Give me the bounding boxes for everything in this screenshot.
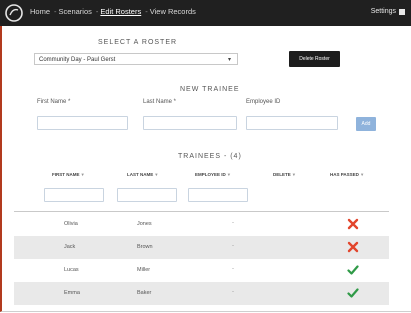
- cell-last-name: Brown: [137, 244, 153, 250]
- cell-first-name: Jack: [64, 244, 76, 250]
- nav-home[interactable]: Home: [30, 7, 50, 16]
- cell-last-name: Baker: [137, 290, 152, 296]
- table-row: Lucas Miller -: [14, 259, 389, 282]
- roster-select-value: Community Day - Paul Gerst: [39, 57, 116, 63]
- nav-view-records[interactable]: View Records: [150, 7, 196, 16]
- table-row: Olivia Jones -: [14, 213, 389, 236]
- settings-label: Settings: [370, 8, 396, 15]
- x-icon[interactable]: [347, 218, 359, 230]
- last-name-input[interactable]: [143, 116, 237, 130]
- cell-first-name: Olivia: [64, 221, 78, 227]
- filter-first-name-input[interactable]: [44, 188, 104, 202]
- column-header-employee-id[interactable]: EMPLOYEE ID ▾: [195, 172, 230, 178]
- last-name-label: Last Name *: [143, 99, 177, 105]
- cell-first-name: Lucas: [64, 267, 79, 273]
- new-trainee-heading: NEW TRAINEE: [180, 86, 240, 93]
- cell-last-name: Miller: [137, 267, 151, 273]
- app-logo-icon: [5, 4, 23, 22]
- table-row: Emma Baker -: [14, 282, 389, 305]
- chevron-down-icon: ▾: [227, 57, 231, 63]
- check-icon[interactable]: [347, 264, 359, 276]
- employee-id-label: Employee ID: [246, 99, 281, 105]
- settings-icon: [399, 8, 405, 15]
- x-icon[interactable]: [347, 241, 359, 253]
- trainees-heading: TRAINEES - (4): [178, 153, 242, 160]
- nav-separator: -: [95, 7, 99, 16]
- nav-separator: -: [54, 7, 57, 16]
- filter-last-name-input[interactable]: [117, 188, 177, 202]
- cell-employee-id: -: [232, 220, 234, 226]
- cell-first-name: Emma: [64, 290, 80, 296]
- delete-roster-button[interactable]: Delete Roster: [289, 51, 340, 67]
- column-header-has-passed[interactable]: HAS PASSED ▾: [330, 172, 363, 178]
- column-header-delete[interactable]: DELETE ▾: [273, 172, 295, 178]
- column-header-last-name[interactable]: LAST NAME ▾: [127, 172, 158, 178]
- add-trainee-button[interactable]: Add: [356, 117, 376, 131]
- first-name-label: First Name *: [37, 99, 71, 105]
- cell-last-name: Jones: [137, 221, 152, 227]
- first-name-input[interactable]: [37, 116, 128, 130]
- breadcrumb-nav: Home - Scenarios - Edit Rosters - View Records: [30, 7, 198, 16]
- nav-scenarios[interactable]: Scenarios: [59, 7, 92, 16]
- nav-edit-rosters[interactable]: Edit Rosters: [100, 7, 141, 16]
- settings-link[interactable]: Settings: [371, 8, 405, 15]
- cell-employee-id: -: [232, 243, 234, 249]
- table-divider: [14, 211, 389, 212]
- employee-id-input[interactable]: [246, 116, 338, 130]
- roster-select[interactable]: Community Day - Paul Gerst ▾: [34, 53, 238, 65]
- top-nav-bar: Home - Scenarios - Edit Rosters - View Records…: [0, 0, 411, 26]
- table-row: Jack Brown -: [14, 236, 389, 259]
- cell-employee-id: -: [232, 289, 234, 295]
- select-roster-heading: SELECT A ROSTER: [98, 39, 178, 46]
- column-header-first-name[interactable]: FIRST NAME ▾: [52, 172, 84, 178]
- check-icon[interactable]: [347, 287, 359, 299]
- nav-separator: -: [145, 7, 148, 16]
- filter-employee-id-input[interactable]: [188, 188, 248, 202]
- cell-employee-id: -: [232, 266, 234, 272]
